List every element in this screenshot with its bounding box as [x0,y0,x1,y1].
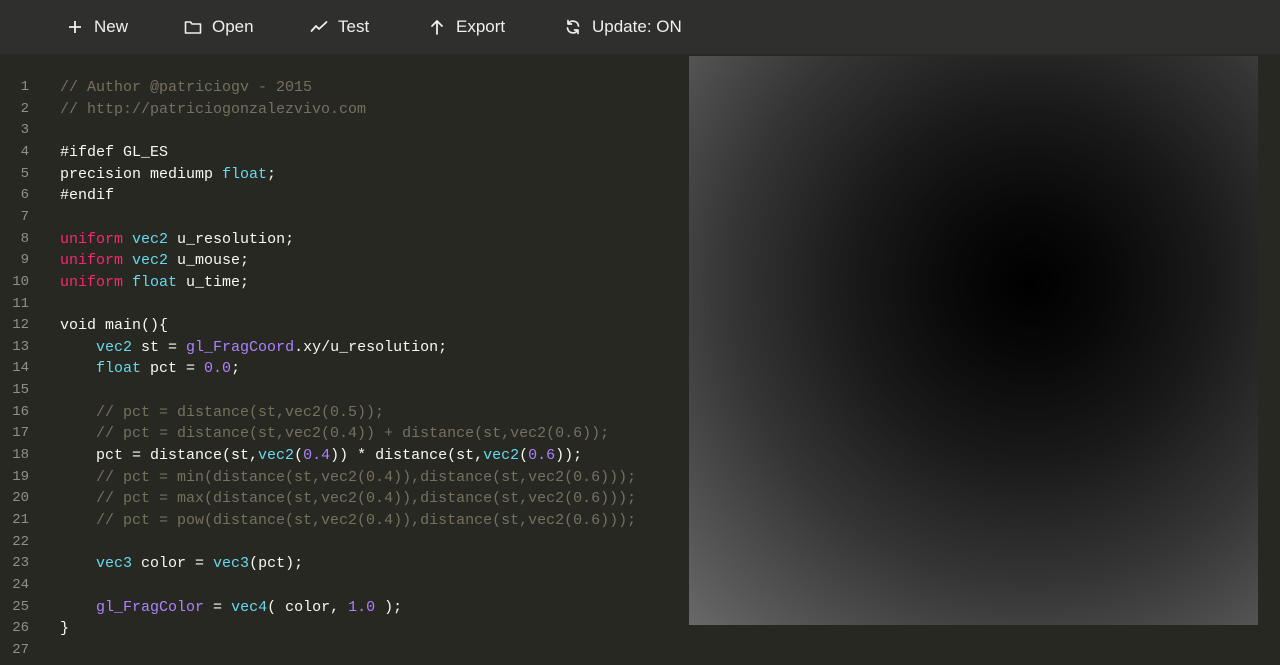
line-number: 16 [12,403,29,420]
code-line[interactable]: 4 #ifdef GL_ES [0,142,690,163]
code-text[interactable]: // pct = pow(distance(st,vec2(0.4)),dist… [60,510,636,531]
line-number: 14 [12,360,29,377]
line-number: 6 [20,187,29,204]
code-text[interactable]: // pct = distance(st,vec2(0.4)) + distan… [60,423,609,444]
update-label: Update: ON [592,17,682,36]
line-number: 2 [20,100,29,117]
line-number: 19 [12,468,29,485]
test-label: Test [338,17,370,36]
code-line[interactable]: 10 uniform float u_time; [0,272,690,293]
code-line[interactable]: 15 [0,380,690,401]
code-line[interactable]: 13 vec2 st = gl_FragCoord.xy/u_resolutio… [0,337,690,358]
export-button[interactable]: Export [428,0,505,54]
line-number: 13 [12,338,29,355]
code-line[interactable]: 8 uniform vec2 u_resolution; [0,229,690,250]
shader-preview[interactable] [689,56,1258,625]
code-line[interactable]: 6 #endif [0,185,690,206]
code-text[interactable]: uniform vec2 u_mouse; [60,250,249,271]
shader-canvas [689,56,1258,625]
line-number: 23 [12,555,29,572]
code-text[interactable]: #ifdef GL_ES [60,142,168,163]
line-number: 1 [20,79,29,95]
code-text[interactable]: gl_FragColor = vec4( color, 1.0 ); [60,597,402,618]
code-text[interactable]: float pct = 0.0; [60,358,240,379]
line-number: 15 [12,382,29,399]
code-line[interactable]: 21 // pct = pow(distance(st,vec2(0.4)),d… [0,510,690,531]
line-number: 17 [12,425,29,442]
code-text[interactable]: void main(){ [60,315,168,336]
code-text[interactable]: uniform vec2 u_resolution; [60,229,294,250]
update-toggle[interactable]: Update: ON [564,0,682,54]
code-text[interactable]: // pct = max(distance(st,vec2(0.4)),dist… [60,488,636,509]
code-text[interactable]: precision mediump float; [60,164,276,185]
code-line[interactable]: 22 [0,532,690,553]
line-number: 20 [12,490,29,507]
export-label: Export [456,17,506,36]
code-text[interactable]: // pct = distance(st,vec2(0.5)); [60,402,384,423]
code-line[interactable]: 5 precision mediump float; [0,164,690,185]
code-line[interactable]: 25 gl_FragColor = vec4( color, 1.0 ); [0,597,690,618]
code-line[interactable]: 26} [0,618,690,639]
code-text[interactable]: // pct = min(distance(st,vec2(0.4)),dist… [60,467,636,488]
line-number: 10 [12,273,29,290]
line-number: 11 [12,295,29,312]
code-text[interactable]: pct = distance(st,vec2(0.4)) * distance(… [60,445,582,466]
line-number: 22 [12,533,29,550]
code-text[interactable]: } [60,618,69,639]
line-number: 27 [12,641,29,658]
line-number: 25 [12,598,29,615]
line-number: 8 [20,230,29,247]
open-label: Open [212,17,254,36]
new-button[interactable]: New [66,0,128,54]
line-number: 7 [20,208,29,225]
code-text[interactable]: // http://patriciogonzalezvivo.com [60,99,366,120]
code-text[interactable]: // Author @patriciogv - 2015 [60,77,312,98]
code-line[interactable]: 3 [0,120,690,141]
line-number: 5 [20,165,29,182]
plus-icon [66,18,84,36]
folder-icon [184,18,202,36]
line-number: 12 [12,317,29,334]
code-editor[interactable]: 1 // Author @patriciogv - 2015 2 // http://… [0,54,690,665]
code-line[interactable]: 2 // http://patriciogonzalezvivo.com [0,99,690,120]
refresh-icon [564,18,582,36]
code-line[interactable]: 16 // pct = distance(st,vec2(0.5)); [0,402,690,423]
code-text[interactable]: uniform float u_time; [60,272,249,293]
code-line[interactable]: 18 pct = distance(st,vec2(0.4)) * distan… [0,445,690,466]
line-number: 21 [12,512,29,528]
code-line[interactable]: 23 vec3 color = vec3(pct); [0,553,690,574]
code-line[interactable]: 20 // pct = max(distance(st,vec2(0.4)),d… [0,488,690,509]
line-number: 26 [12,620,29,637]
open-button[interactable]: Open [184,0,254,54]
code-line[interactable]: 27 [0,640,690,661]
code-line[interactable]: 9 uniform vec2 u_mouse; [0,250,690,271]
code-line[interactable]: 12 void main(){ [0,315,690,336]
code-text[interactable]: vec2 st = gl_FragCoord.xy/u_resolution; [60,337,447,358]
chart-line-icon [310,18,328,36]
code-line[interactable]: 1 // Author @patriciogv - 2015 [0,77,690,98]
code-line[interactable]: 19 // pct = min(distance(st,vec2(0.4)),d… [0,467,690,488]
arrow-up-icon [428,18,446,36]
code-text[interactable]: #endif [60,185,114,206]
code-line[interactable]: 11 [0,294,690,315]
line-number: 18 [12,447,29,464]
line-number: 9 [20,252,29,269]
test-button[interactable]: Test [310,0,369,54]
line-number: 3 [20,122,29,139]
code-line[interactable]: 24 [0,575,690,596]
code-line[interactable]: 14 float pct = 0.0; [0,358,690,379]
code-line[interactable]: 17 // pct = distance(st,vec2(0.4)) + dis… [0,423,690,444]
code-line[interactable]: 7 [0,207,690,228]
menubar: New Open Test Export Update: ON [0,0,1280,54]
new-label: New [94,17,129,36]
line-number: 4 [20,143,29,160]
code-text[interactable]: vec3 color = vec3(pct); [60,553,303,574]
line-number: 24 [12,576,29,593]
